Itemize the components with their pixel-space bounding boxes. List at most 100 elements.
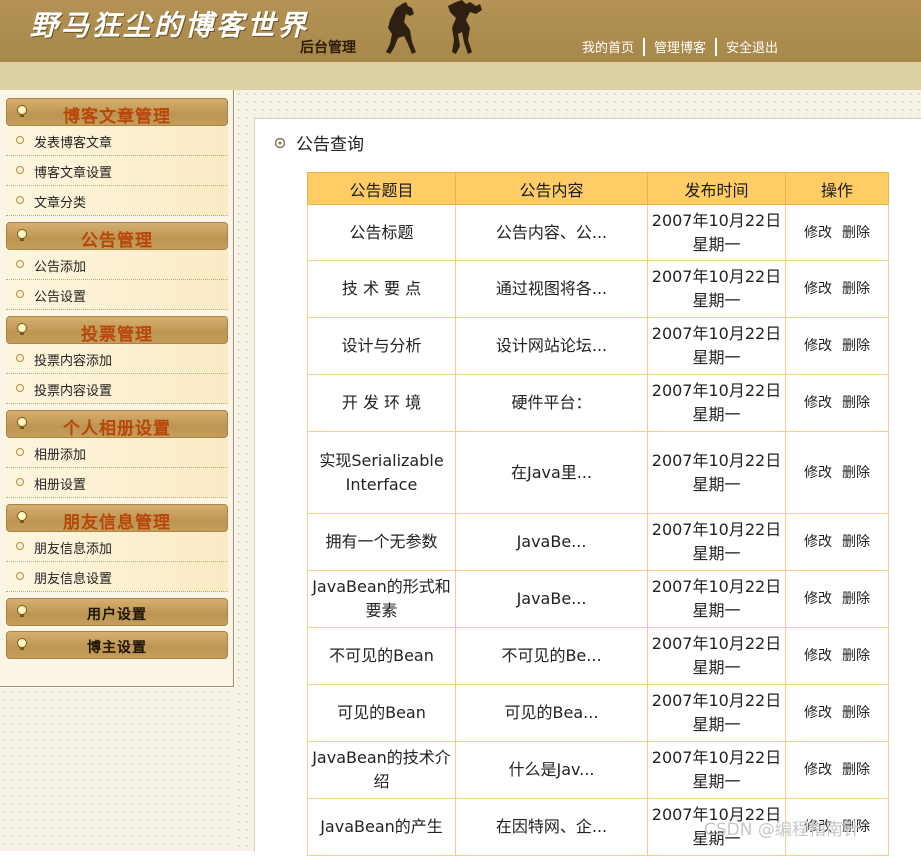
- cell-content: 在因特网、企...: [455, 798, 648, 856]
- menu-header-blogger-settings[interactable]: 博主设置: [6, 631, 228, 659]
- cell-content: 不可见的Be...: [455, 627, 648, 685]
- column-header-date: 发布时间: [647, 172, 786, 205]
- cell-title: 设计与分析: [307, 317, 456, 375]
- cell-actions: 修改 删除: [785, 627, 889, 685]
- menu-group-blog-articles: 博客文章管理 发表博客文章 博客文章设置 文章分类: [6, 98, 228, 216]
- cell-title: 技 术 要 点: [307, 260, 456, 318]
- edit-link[interactable]: 修改: [804, 705, 832, 721]
- bullet-icon: [16, 136, 24, 144]
- cell-date: 2007年10月22日 星期一: [647, 260, 786, 318]
- cell-actions: 修改 删除: [785, 317, 889, 375]
- menu-header-album[interactable]: 个人相册设置: [6, 410, 228, 439]
- delete-link[interactable]: 删除: [842, 225, 870, 241]
- cell-content-text: JavaBe...: [516, 532, 587, 551]
- sidebar-item-album-settings[interactable]: 相册设置: [6, 468, 228, 498]
- sidebar-item-vote-settings[interactable]: 投票内容设置: [6, 374, 228, 404]
- sidebar-item-article-settings[interactable]: 博客文章设置: [6, 156, 228, 186]
- sidebar-item-vote-add[interactable]: 投票内容添加: [6, 344, 228, 374]
- menu-title: 个人相册设置: [63, 419, 171, 439]
- delete-link[interactable]: 删除: [842, 281, 870, 297]
- nav-home-link[interactable]: 我的首页: [582, 37, 634, 56]
- cell-content: 可见的Bea...: [455, 684, 648, 742]
- bullet-icon: [16, 290, 24, 298]
- table-header-row: 公告题目 公告内容 发布时间 操作: [307, 172, 889, 205]
- cell-content-text: 硬件平台：: [511, 393, 592, 412]
- edit-link[interactable]: 修改: [804, 338, 832, 354]
- nav-logout-link[interactable]: 安全退出: [726, 37, 778, 56]
- delete-link[interactable]: 删除: [842, 338, 870, 354]
- edit-link[interactable]: 修改: [804, 395, 832, 411]
- header-band: [0, 62, 921, 90]
- sidebar-item-article-category[interactable]: 文章分类: [6, 186, 228, 216]
- edit-link[interactable]: 修改: [804, 281, 832, 297]
- sidebar-item-friend-settings[interactable]: 朋友信息设置: [6, 562, 228, 592]
- delete-link[interactable]: 删除: [842, 395, 870, 411]
- sidebar-item-label: 相册设置: [34, 478, 87, 493]
- bullet-icon: [16, 166, 24, 174]
- table-row: 技 术 要 点 通过视图将各... 2007年10月22日 星期一 修改 删除: [307, 260, 889, 318]
- menu-header-user-settings[interactable]: 用户设置: [6, 598, 228, 626]
- delete-link[interactable]: 删除: [842, 591, 870, 607]
- delete-link[interactable]: 删除: [842, 762, 870, 778]
- delete-link[interactable]: 删除: [842, 705, 870, 721]
- sidebar-item-album-add[interactable]: 相册添加: [6, 438, 228, 468]
- sidebar-item-notice-add[interactable]: 公告添加: [6, 250, 228, 280]
- cell-date: 2007年10月22日 星期一: [647, 374, 786, 432]
- edit-link[interactable]: 修改: [804, 762, 832, 778]
- menu-group-votes: 投票管理 投票内容添加 投票内容设置: [6, 316, 228, 404]
- table-row: 公告标题 公告内容、公... 2007年10月22日 星期一 修改 删除: [307, 204, 889, 261]
- cell-content-text: 什么是Jav...: [508, 760, 595, 779]
- cell-content: 通过视图将各...: [455, 260, 648, 318]
- nav-manage-blog-link[interactable]: 管理博客: [654, 37, 706, 56]
- sidebar-item-post-article[interactable]: 发表博客文章: [6, 126, 228, 156]
- cell-content-text: JavaBe...: [516, 589, 587, 608]
- cell-content-text: 通过视图将各...: [495, 279, 608, 298]
- menu-title: 朋友信息管理: [63, 513, 171, 533]
- cell-date: 2007年10月22日 星期一: [647, 570, 786, 628]
- cell-content-text: 设计网站论坛...: [495, 336, 608, 355]
- menu-header-notices[interactable]: 公告管理: [6, 222, 228, 251]
- delete-link[interactable]: 删除: [842, 534, 870, 550]
- cell-content: 什么是Jav...: [455, 741, 648, 799]
- bullet-icon: [16, 354, 24, 362]
- menu-header-votes[interactable]: 投票管理: [6, 316, 228, 345]
- cell-content-text: 不可见的Be...: [501, 646, 602, 665]
- column-header-actions: 操作: [785, 172, 889, 205]
- cell-actions: 修改 删除: [785, 513, 889, 571]
- cell-title: 公告标题: [307, 204, 456, 261]
- sidebar-item-notice-settings[interactable]: 公告设置: [6, 280, 228, 310]
- delete-link[interactable]: 删除: [842, 648, 870, 664]
- watermark: CSDN @编程指南针: [704, 820, 860, 840]
- cell-content: 硬件平台：: [455, 374, 648, 432]
- bullet-icon: [16, 542, 24, 550]
- menu-group-friends: 朋友信息管理 朋友信息添加 朋友信息设置: [6, 504, 228, 592]
- admin-subtitle: 后台管理: [300, 40, 356, 56]
- cell-actions: 修改 删除: [785, 204, 889, 261]
- sidebar-item-label: 朋友信息添加: [34, 542, 113, 557]
- edit-link[interactable]: 修改: [804, 465, 832, 481]
- cell-date: 2007年10月22日 星期一: [647, 684, 786, 742]
- sidebar-item-label: 相册添加: [34, 448, 87, 463]
- edit-link[interactable]: 修改: [804, 225, 832, 241]
- delete-link[interactable]: 删除: [842, 465, 870, 481]
- menu-group-notices: 公告管理 公告添加 公告设置: [6, 222, 228, 310]
- cell-actions: 修改 删除: [785, 684, 889, 742]
- sidebar-item-friend-add[interactable]: 朋友信息添加: [6, 532, 228, 562]
- cell-actions: 修改 删除: [785, 431, 889, 514]
- table-row: 拥有一个无参数 JavaBe... 2007年10月22日 星期一 修改 删除: [307, 513, 889, 571]
- edit-link[interactable]: 修改: [804, 648, 832, 664]
- cell-content: JavaBe...: [455, 570, 648, 628]
- cell-title: JavaBean的技术介绍: [307, 741, 456, 799]
- menu-header-friends[interactable]: 朋友信息管理: [6, 504, 228, 533]
- header-bar: 野马狂尘的博客世界 后台管理 我的首页 管理博客 安全退出: [0, 0, 921, 62]
- sidebar-item-label: 公告设置: [34, 290, 87, 305]
- cell-content-text: 可见的Bea...: [504, 703, 599, 722]
- menu-header-blog-articles[interactable]: 博客文章管理: [6, 98, 228, 127]
- edit-link[interactable]: 修改: [804, 534, 832, 550]
- cell-date: 2007年10月22日 星期一: [647, 513, 786, 571]
- menu-title: 投票管理: [81, 325, 153, 345]
- sidebar-item-label: 发表博客文章: [34, 136, 113, 151]
- sidebar-item-label: 投票内容设置: [34, 384, 113, 399]
- cell-date: 2007年10月22日 星期一: [647, 317, 786, 375]
- edit-link[interactable]: 修改: [804, 591, 832, 607]
